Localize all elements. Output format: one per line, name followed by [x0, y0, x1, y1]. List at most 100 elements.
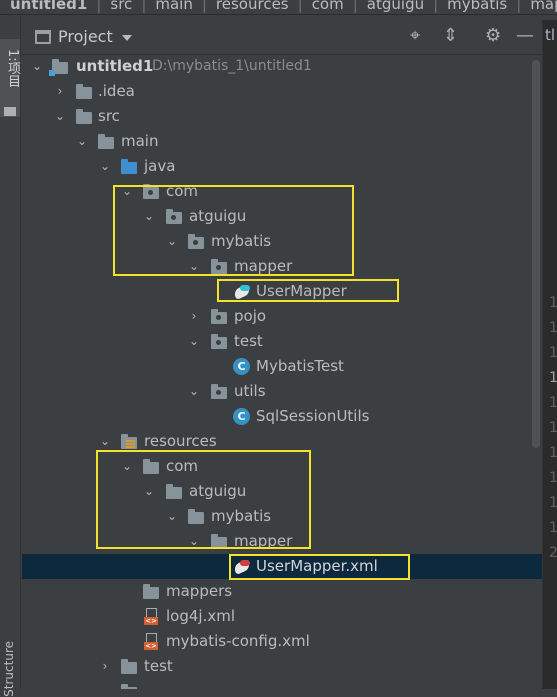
- collapse-all-icon[interactable]: ⇕: [443, 25, 458, 47]
- chevron-right-icon[interactable]: ›: [187, 304, 201, 329]
- breadcrumb-items: untitled1 | src | main | resources | com | atguigu…: [10, 0, 557, 13]
- tree-item-java[interactable]: ⌄ java: [22, 154, 542, 179]
- folder-icon: [4, 107, 16, 116]
- left-tool-strip: 1:项目 Structure: [0, 15, 21, 697]
- tree-item-mybatis[interactable]: ⌄ mybatis: [22, 229, 542, 254]
- chevron-down-icon[interactable]: ⌄: [187, 329, 201, 354]
- package-icon: [166, 209, 182, 224]
- locate-target-icon[interactable]: ⌖: [410, 25, 420, 47]
- chevron-down-icon[interactable]: ⌄: [142, 479, 156, 504]
- chevron-down-icon[interactable]: ⌄: [120, 454, 134, 479]
- tool-tab-structure-label: Structure: [2, 641, 16, 697]
- breadcrumb-separator: |: [201, 0, 207, 13]
- chevron-down-icon[interactable]: ⌄: [187, 379, 201, 404]
- editor-peek-strip: tl 1 1 1 1 1 1 1 1 1 1 2: [542, 20, 557, 689]
- line-number: 1: [549, 320, 557, 336]
- breadcrumb-item[interactable]: src: [110, 0, 132, 13]
- tree-item-label: log4j.xml: [166, 607, 236, 625]
- package-icon: [211, 334, 227, 349]
- folder-icon: [143, 459, 159, 474]
- xml-file-icon: [144, 608, 158, 625]
- chevron-right-icon[interactable]: ›: [98, 654, 112, 679]
- project-folder-icon: [35, 30, 51, 44]
- project-tree[interactable]: ⌄ untitled1 D:\mybatis_1\untitled1 › .id…: [22, 54, 542, 689]
- tree-item-untitled1[interactable]: ⌄ untitled1 D:\mybatis_1\untitled1: [22, 54, 542, 79]
- chevron-down-icon[interactable]: ⌄: [142, 204, 156, 229]
- tree-item-usermapper[interactable]: UserMapper: [22, 279, 542, 304]
- tree-item-mappers[interactable]: mappers: [22, 579, 542, 604]
- chevron-down-icon[interactable]: ⌄: [187, 254, 201, 279]
- tree-item-mybatistest[interactable]: C MybatisTest: [22, 354, 542, 379]
- breadcrumb-item[interactable]: main: [155, 0, 192, 13]
- folder-icon: [188, 509, 204, 524]
- tree-item-sqlsessionutils[interactable]: C SqlSessionUtils: [22, 404, 542, 429]
- chevron-down-icon[interactable]: ⌄: [165, 229, 179, 254]
- tree-item-label: UserMapper.xml: [256, 557, 378, 575]
- line-number: 2: [549, 545, 557, 561]
- line-number: 1: [549, 395, 557, 411]
- tree-item-atguigu-resources[interactable]: ⌄ atguigu: [22, 479, 542, 504]
- line-number: 1: [549, 295, 557, 311]
- chevron-down-icon[interactable]: ⌄: [187, 529, 201, 554]
- source-folder-icon: [121, 159, 137, 174]
- line-number: 1: [549, 345, 557, 361]
- breadcrumb-item[interactable]: untitled1: [10, 0, 87, 13]
- package-icon: [211, 384, 227, 399]
- chevron-right-icon[interactable]: ›: [53, 79, 67, 104]
- hide-panel-icon[interactable]: —: [516, 25, 534, 47]
- tree-item-label: mappers: [166, 582, 233, 600]
- line-number: 1: [549, 370, 557, 386]
- line-number: 1: [549, 445, 557, 461]
- tree-item-atguigu[interactable]: ⌄ atguigu: [22, 204, 542, 229]
- panel-title[interactable]: Project: [58, 27, 113, 46]
- tree-item-usermapper-xml[interactable]: UserMapper.xml: [22, 554, 542, 579]
- tree-item-label: .idea: [98, 82, 135, 100]
- breadcrumb-item[interactable]: resources: [216, 0, 289, 13]
- tree-item-label: atguigu: [189, 207, 247, 225]
- tree-item-resources[interactable]: ⌄ resources: [22, 429, 542, 454]
- breadcrumb-separator: |: [433, 0, 439, 13]
- gear-icon[interactable]: ⚙: [485, 25, 501, 47]
- tree-item-log4j-xml[interactable]: log4j.xml: [22, 604, 542, 629]
- resources-folder-icon: [121, 434, 137, 449]
- tree-item-label: resources: [144, 432, 217, 450]
- editor-tab-label[interactable]: tl: [545, 26, 555, 44]
- tree-item-partial[interactable]: [22, 679, 542, 689]
- package-icon: [143, 184, 159, 199]
- tree-scrollbar[interactable]: [532, 60, 540, 448]
- tree-item-idea[interactable]: › .idea: [22, 79, 542, 104]
- tree-item-test-package[interactable]: ⌄ test: [22, 329, 542, 354]
- chevron-down-icon[interactable]: ⌄: [120, 179, 134, 204]
- breadcrumb-item[interactable]: mapper: [530, 0, 557, 13]
- chevron-down-icon[interactable]: ⌄: [75, 129, 89, 154]
- chevron-down-icon[interactable]: ⌄: [165, 504, 179, 529]
- tree-item-mapper[interactable]: ⌄ mapper: [22, 254, 542, 279]
- chevron-down-icon[interactable]: ⌄: [98, 154, 112, 179]
- chevron-down-icon[interactable]: ⌄: [98, 429, 112, 454]
- tree-item-com-resources[interactable]: ⌄ com: [22, 454, 542, 479]
- tree-item-com[interactable]: ⌄ com: [22, 179, 542, 204]
- tree-item-mybatis-resources[interactable]: ⌄ mybatis: [22, 504, 542, 529]
- folder-icon: [166, 484, 182, 499]
- chevron-down-icon[interactable]: ⌄: [53, 104, 67, 129]
- tree-item-src[interactable]: ⌄ src: [22, 104, 542, 129]
- breadcrumb-item[interactable]: com: [312, 0, 344, 13]
- tree-item-label: mybatis: [211, 507, 272, 525]
- tree-item-test-folder[interactable]: › test: [22, 654, 542, 679]
- breadcrumb-item[interactable]: mybatis: [447, 0, 507, 13]
- tree-item-mapper-resources[interactable]: ⌄ mapper: [22, 529, 542, 554]
- tree-item-label: UserMapper: [256, 282, 347, 300]
- tree-item-mybatis-config-xml[interactable]: mybatis-config.xml: [22, 629, 542, 654]
- chevron-down-icon[interactable]: [122, 35, 132, 41]
- tree-item-main[interactable]: ⌄ main: [22, 129, 542, 154]
- tree-item-pojo[interactable]: › pojo: [22, 304, 542, 329]
- folder-icon: [143, 584, 159, 599]
- breadcrumb-item[interactable]: atguigu: [367, 0, 424, 13]
- tool-tab-project[interactable]: 1:项目: [0, 39, 20, 117]
- tree-item-utils[interactable]: ⌄ utils: [22, 379, 542, 404]
- project-panel-header: Project ⌖ ⇕ ⚙ —: [22, 20, 542, 55]
- chevron-down-icon[interactable]: ⌄: [30, 54, 44, 79]
- mybatis-mapper-icon: [233, 284, 251, 299]
- tree-item-path: D:\mybatis_1\untitled1: [152, 58, 312, 74]
- tree-item-label: test: [234, 332, 263, 350]
